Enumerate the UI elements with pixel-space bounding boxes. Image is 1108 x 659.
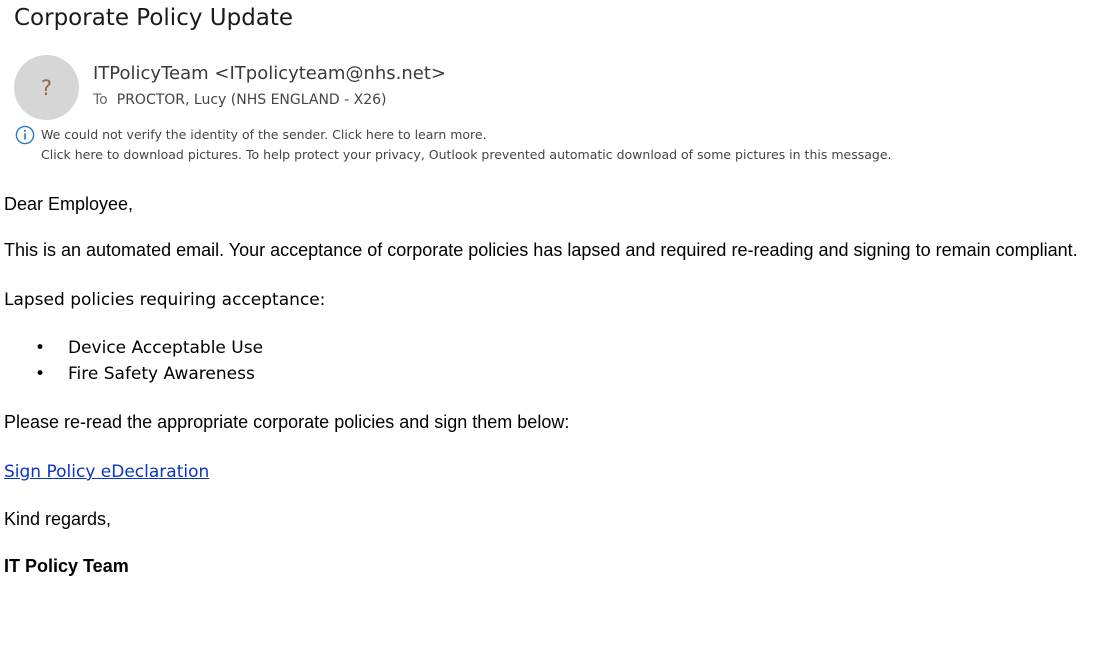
to-label: To xyxy=(93,92,108,108)
sender-name[interactable]: ITPolicyTeam <ITpolicyteam@nhs.net> xyxy=(93,63,446,84)
list-heading: Lapsed policies requiring acceptance: xyxy=(4,290,326,310)
recipient-name[interactable]: PROCTOR, Lucy (NHS ENGLAND - X26) xyxy=(117,92,387,108)
bullet-icon: • xyxy=(35,364,46,384)
sender-verification-notice[interactable]: We could not verify the identity of the … xyxy=(41,127,487,142)
info-circle-icon xyxy=(15,125,35,145)
intro-paragraph: This is an automated email. Your accepta… xyxy=(4,240,1078,260)
email-subject: Corporate Policy Update xyxy=(14,5,294,31)
instruction-paragraph: Please re-read the appropriate corporate… xyxy=(4,412,570,432)
closing: Kind regards, xyxy=(4,509,112,529)
bullet-icon: • xyxy=(35,338,46,358)
policy-name: Device Acceptable Use xyxy=(68,338,264,358)
sign-policy-link-container: Sign Policy eDeclaration xyxy=(4,462,209,482)
sender-avatar[interactable]: ? xyxy=(14,55,79,120)
signature: IT Policy Team xyxy=(4,556,129,576)
greeting: Dear Employee, xyxy=(4,194,134,214)
recipient-line: To PROCTOR, Lucy (NHS ENGLAND - X26) xyxy=(93,92,387,108)
policy-name: Fire Safety Awareness xyxy=(68,364,255,384)
download-pictures-notice[interactable]: Click here to download pictures. To help… xyxy=(41,147,891,162)
sign-policy-link[interactable]: Sign Policy eDeclaration xyxy=(4,462,209,482)
avatar-placeholder-glyph: ? xyxy=(40,75,53,100)
